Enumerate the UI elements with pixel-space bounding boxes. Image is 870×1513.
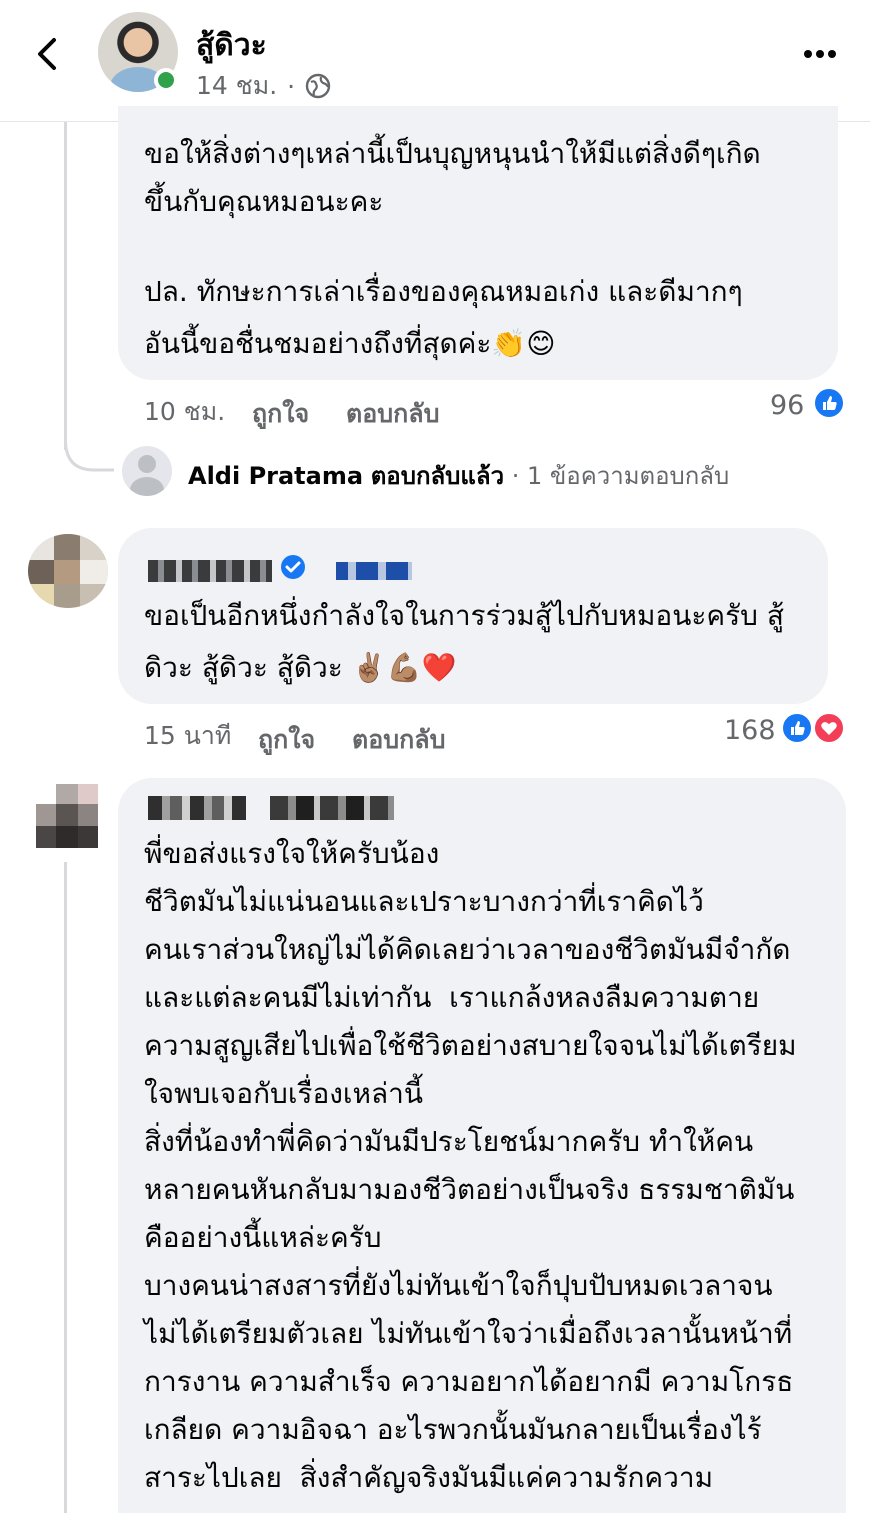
commenter-avatar[interactable] [36, 784, 98, 848]
comment-text-line: คนเราส่วนใหญ่ไม่ได้คิดเลยว่าเวลาของชีวิต… [144, 933, 791, 966]
post-meta: 14 ชม. · [196, 66, 331, 106]
commenter-name-redacted[interactable] [270, 796, 394, 820]
commenter-name-redacted[interactable] [148, 796, 246, 820]
reply-avatar[interactable] [122, 446, 172, 496]
reply-link[interactable]: ตอบกลับ [346, 394, 439, 434]
reply-count[interactable]: 1 ข้อความตอบกลับ [527, 462, 729, 490]
more-horizontal-icon[interactable] [800, 34, 840, 74]
comment-time[interactable]: 15 นาที [144, 716, 231, 756]
like-reaction-icon [812, 386, 846, 420]
comment-text-line: คืออย่างนี้แหล่ะครับ [144, 1221, 382, 1254]
meta-separator: · [287, 71, 296, 101]
post-header: สู้ดิวะ 14 ชม. · [0, 0, 870, 122]
globe-icon [305, 73, 331, 99]
reply-author[interactable]: Aldi Pratama [188, 462, 363, 490]
chevron-left-icon[interactable] [30, 34, 70, 74]
thread-connector [64, 440, 114, 472]
comment-text-line: ใจพบเจอกับเรื่องเหล่านี้ [144, 1077, 423, 1110]
comment-text-line: สิ่งที่น้องทำพี่คิดว่ามันมีประโยชน์มากคร… [144, 1125, 754, 1158]
comment-text-line: ขึ้นกับคุณหมอนะคะ [144, 185, 384, 218]
comment-text-line: ชีวิตมันไม่แน่นอนและเปราะบางกว่าที่เราคิ… [144, 885, 704, 918]
post-time[interactable]: 14 ชม. [196, 66, 277, 106]
comment-text-line: ไม่ได้เตรียมตัวเลย ไม่ทันเข้าใจว่าเมื่อถ… [144, 1317, 793, 1350]
thread-line [64, 862, 67, 1513]
reply-summary[interactable]: Aldi Pratama ตอบกลับแล้ว · 1 ข้อความตอบก… [188, 456, 729, 495]
like-reaction-icon [780, 711, 814, 745]
comment-text-line: สาระไปเลย สิ่งสำคัญจริงมันมีแค่ความรักคว… [144, 1461, 714, 1494]
comment-time[interactable]: 10 ชม. [144, 397, 225, 426]
reply-separator: · [511, 462, 520, 490]
like-link[interactable]: ถูกใจ [258, 720, 315, 760]
comment-text-line: บางคนน่าสงสารที่ยังไม่ทันเข้าใจก็ปุบปับห… [144, 1269, 773, 1302]
comment-text-line: พี่ขอส่งแรงใจให้ครับน้อง [144, 837, 440, 870]
comment-text-line: หลายคนหันกลับมามองชีวิตอย่างเป็นจริง ธรร… [144, 1173, 795, 1206]
commenter-badge-redacted [336, 562, 412, 580]
commenter-avatar[interactable] [28, 534, 108, 608]
reply-link[interactable]: ตอบกลับ [352, 720, 445, 760]
verified-badge-icon [281, 555, 305, 579]
reaction-count[interactable]: 168 [724, 715, 776, 746]
comment-text-line: ขอให้สิ่งต่างๆเหล่านี้เป็นบุญหนุนนำให้มี… [144, 137, 761, 170]
reply-action: ตอบกลับแล้ว [370, 462, 505, 490]
comment-text-line: การงาน ความสำเร็จ ความอยากได้อยากมี ความ… [144, 1365, 794, 1398]
comment-text-line: ความสูญเสียไปเพื่อใช้ชีวิตอย่างสบายใจจนไ… [144, 1029, 797, 1062]
comment-text-line: และแต่ละคนมีไม่เท่ากัน เราแกล้งหลงลืมควา… [144, 981, 760, 1014]
comment-text-line: ขอเป็นอีกหนึ่งกำลังใจในการร่วมสู้ไปกับหม… [144, 599, 784, 632]
comment-text-line: ปล. ทักษะการเล่าเรื่องของคุณหมอเก่ง และด… [144, 275, 743, 308]
comment-text-line: เกลียด ความอิจฉา อะไรพวกนั้นมันกลายเป็นเ… [144, 1413, 762, 1446]
page-name[interactable]: สู้ดิวะ [196, 22, 267, 69]
reaction-count[interactable]: 96 [770, 390, 804, 421]
online-status-dot [154, 68, 178, 92]
commenter-name-redacted[interactable] [148, 560, 272, 582]
comment-text-line: ดิวะ สู้ดิวะ สู้ดิวะ ✌🏽💪🏽❤️ [144, 651, 457, 684]
comment-text-line: อันนี้ขอชื่นชมอย่างถึงที่สุดค่ะ👏😊 [144, 327, 556, 360]
like-link[interactable]: ถูกใจ [252, 394, 309, 434]
love-reaction-icon [812, 711, 846, 745]
comment-actions: 10 ชม. [144, 392, 225, 432]
thread-line [64, 122, 67, 450]
